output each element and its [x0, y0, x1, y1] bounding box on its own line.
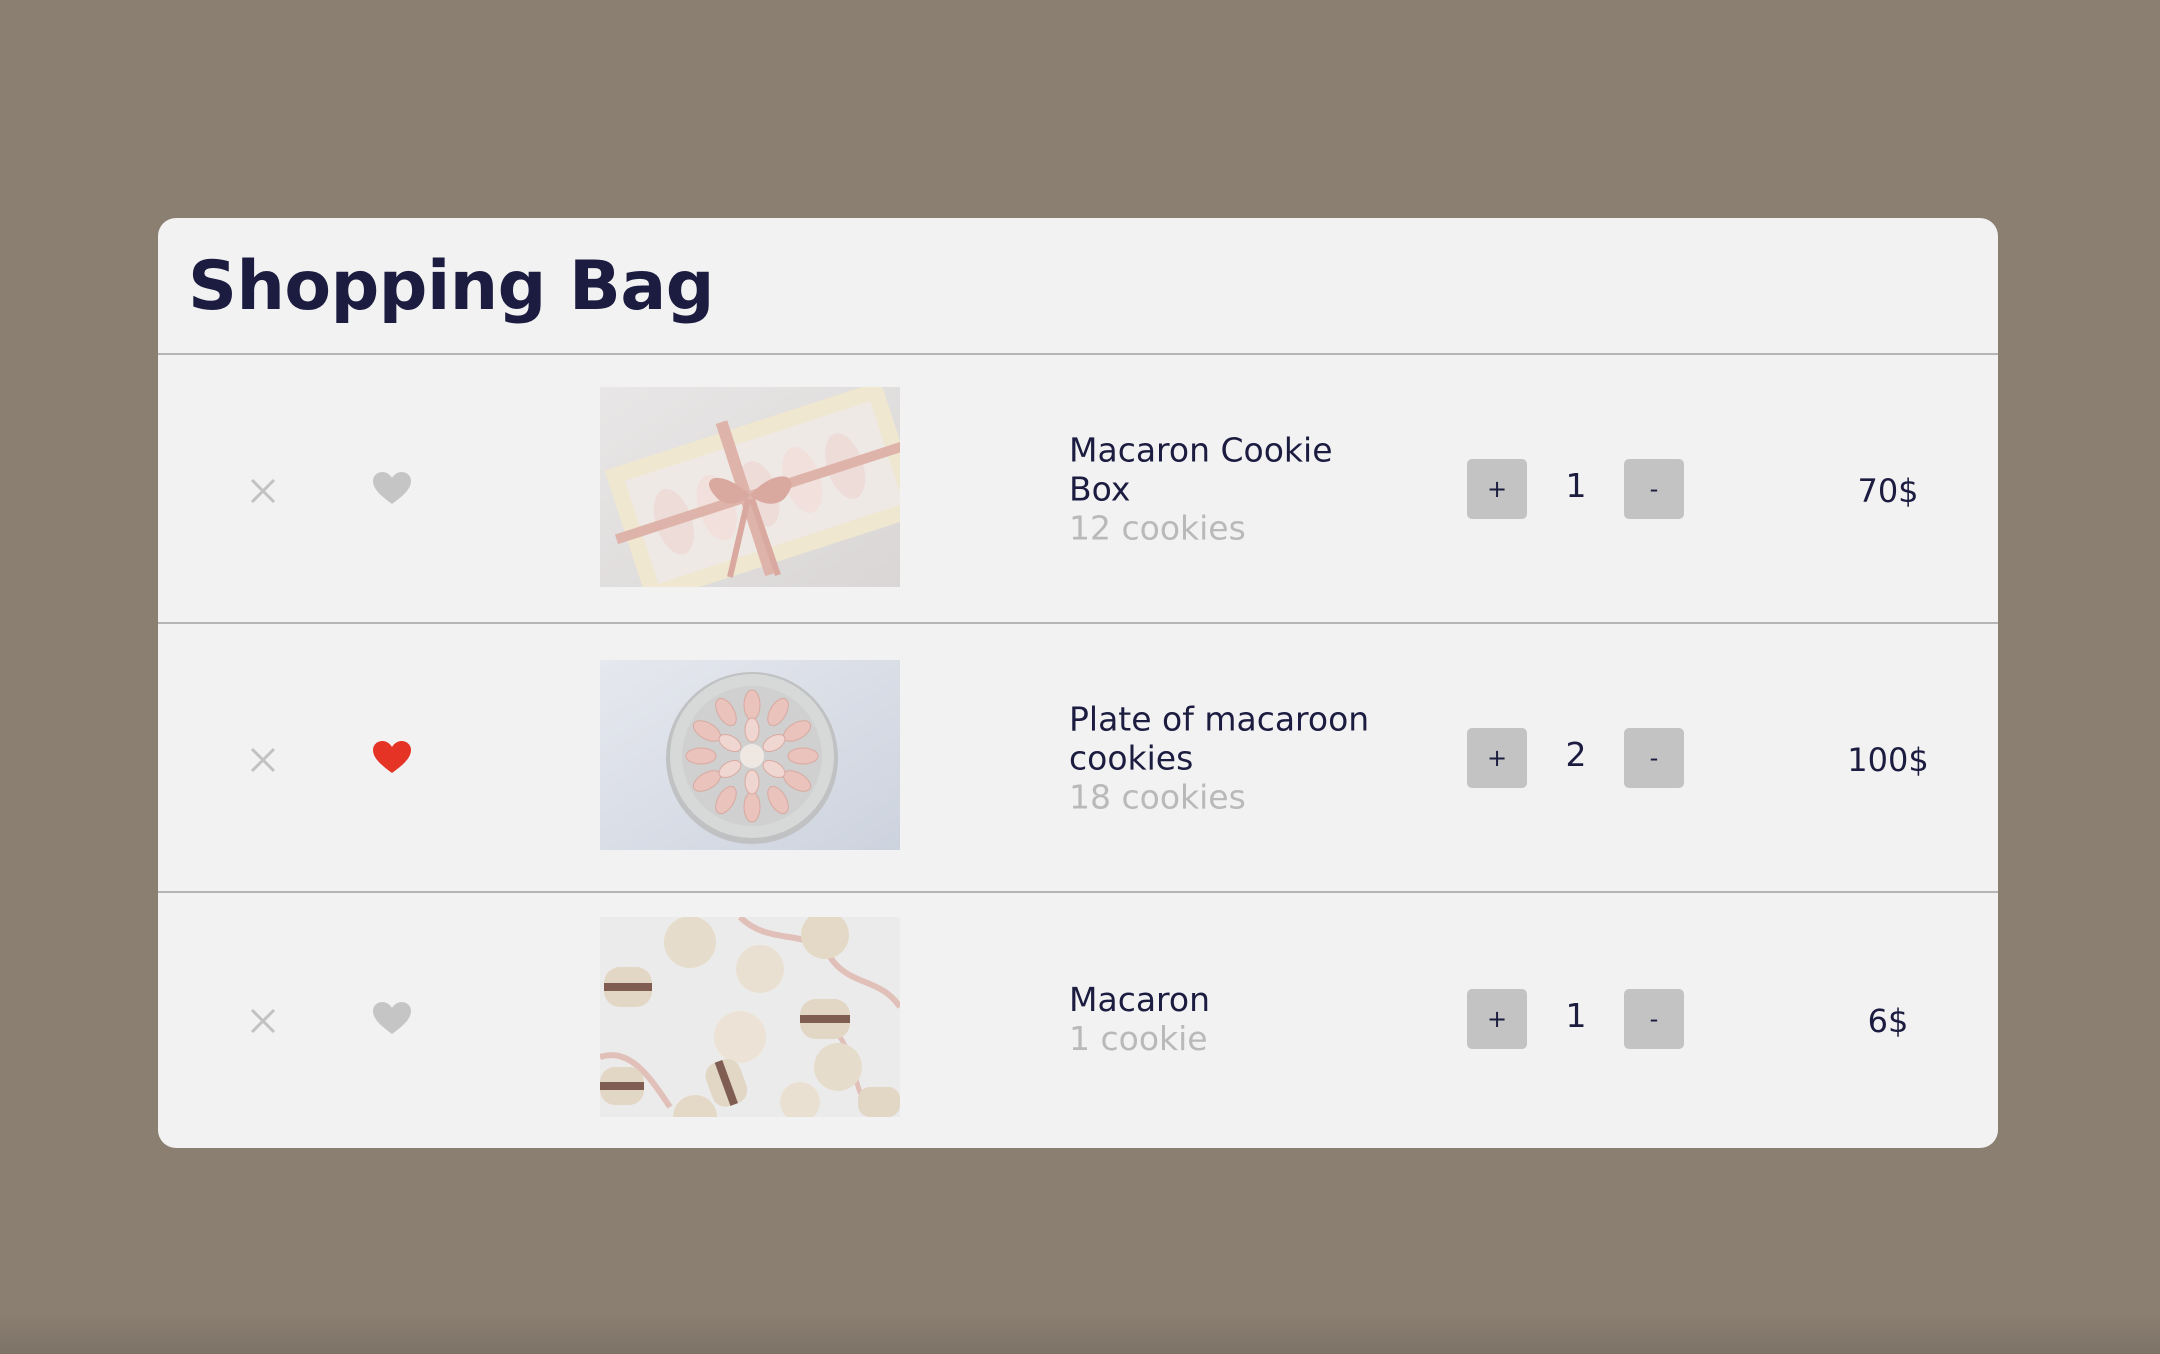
quantity-value: 1	[1565, 465, 1587, 505]
item-info: Macaron Cookie Box 12 cookies	[1069, 430, 1399, 547]
increase-quantity-button[interactable]: +	[1467, 989, 1527, 1049]
list-item: Plate of macaroon cookies 18 cookies + 2…	[158, 624, 1998, 893]
item-name: Macaron	[1069, 980, 1211, 1019]
like-button[interactable]	[364, 993, 420, 1043]
decrease-quantity-button[interactable]: -	[1624, 458, 1684, 519]
quantity-value: 1	[1565, 996, 1587, 1035]
like-button[interactable]	[364, 463, 420, 513]
item-name: Plate of macaroon cookies	[1069, 699, 1370, 777]
item-description: 12 cookies	[1069, 508, 1246, 547]
like-button[interactable]	[364, 732, 420, 782]
decrease-quantity-button[interactable]: -	[1624, 989, 1684, 1049]
macaron-plate-image	[600, 659, 900, 850]
list-item: Macaron 1 cookie + 1 - 6$	[158, 893, 1998, 1145]
item-price: 100$	[1847, 740, 1929, 779]
scattered-macarons-image	[600, 917, 900, 1117]
item-description: 1 cookie	[1069, 1019, 1208, 1058]
item-name: Macaron Cookie Box	[1069, 430, 1333, 508]
item-description: 18 cookies	[1069, 777, 1246, 816]
increase-quantity-button[interactable]: +	[1467, 458, 1527, 519]
quantity-value: 2	[1565, 734, 1587, 774]
list-item: Macaron Cookie Box 12 cookies + 1 - 70$	[158, 355, 1998, 624]
decrease-quantity-button[interactable]: -	[1624, 727, 1684, 788]
increase-quantity-button[interactable]: +	[1467, 727, 1527, 788]
item-info: Plate of macaroon cookies 18 cookies	[1069, 699, 1399, 816]
heart-icon	[373, 1002, 411, 1034]
remove-item-button[interactable]	[238, 466, 288, 516]
remove-item-button[interactable]	[238, 996, 288, 1046]
heart-icon	[373, 740, 411, 773]
shopping-bag-card: Shopping Bag Macaron Cookie Box 12 cooki…	[158, 218, 1998, 1148]
close-icon	[250, 747, 276, 772]
item-info: Macaron 1 cookie	[1069, 980, 1399, 1058]
macaron-box-image	[600, 386, 900, 587]
item-price: 70$	[1857, 471, 1919, 510]
page-shadow	[0, 1314, 2160, 1354]
item-price: 6$	[1867, 1002, 1909, 1040]
heart-icon	[373, 471, 411, 504]
bag-header: Shopping Bag	[158, 218, 1998, 355]
close-icon	[250, 1008, 276, 1034]
close-icon	[250, 478, 276, 503]
remove-item-button[interactable]	[238, 735, 288, 785]
page-title: Shopping Bag	[188, 247, 714, 326]
